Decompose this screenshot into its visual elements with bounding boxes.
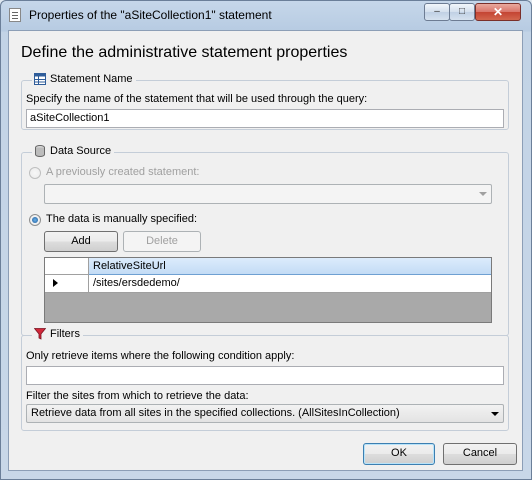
chevron-down-icon (479, 192, 487, 196)
scope-value: Retrieve data from all sites in the spec… (31, 407, 400, 419)
manual-data-label: The data is manually specified: (46, 213, 198, 225)
window-title: Properties of the "aSiteCollection1" sta… (29, 8, 272, 22)
cancel-button[interactable]: Cancel (443, 443, 517, 465)
close-button[interactable]: ✕ (475, 3, 521, 21)
page-title: Define the administrative statement prop… (21, 44, 348, 61)
table-cell[interactable]: /sites/ersdedemo/ (89, 275, 491, 293)
minimize-button[interactable]: – (424, 3, 450, 21)
add-button[interactable]: Add (44, 231, 118, 252)
database-icon (35, 145, 45, 157)
statement-name-group-label: Statement Name (50, 73, 133, 85)
delete-button[interactable]: Delete (123, 231, 201, 252)
column-header-relativesiteurl[interactable]: RelativeSiteUrl (89, 258, 491, 275)
ok-button[interactable]: OK (363, 443, 435, 465)
scope-combo[interactable]: Retrieve data from all sites in the spec… (26, 404, 504, 423)
previous-statement-combo[interactable] (44, 184, 492, 204)
statement-name-input[interactable]: aSiteCollection1 (26, 109, 504, 128)
condition-input[interactable] (26, 366, 504, 385)
row-header[interactable] (45, 275, 89, 293)
grid-corner (45, 258, 89, 275)
previous-statement-radio[interactable] (29, 167, 41, 179)
document-icon (9, 8, 21, 22)
statement-name-description: Specify the name of the statement that w… (26, 93, 368, 105)
data-grid[interactable]: RelativeSiteUrl /sites/ersdedemo/ (44, 257, 492, 323)
manual-data-radio[interactable] (29, 214, 41, 226)
previous-statement-label: A previously created statement: (46, 166, 200, 178)
current-row-icon (53, 279, 58, 287)
data-source-group: Data Source A previously created stateme… (21, 145, 509, 336)
dialog-window: Properties of the "aSiteCollection1" sta… (0, 0, 532, 480)
scope-label: Filter the sites from which to retrieve … (26, 390, 249, 402)
dialog-client-area: Define the administrative statement prop… (8, 30, 523, 471)
funnel-icon (34, 328, 46, 340)
maximize-button[interactable]: □ (449, 3, 475, 21)
chevron-down-icon (491, 412, 499, 416)
condition-label: Only retrieve items where the following … (26, 350, 295, 362)
statement-name-group: Statement Name Specify the name of the s… (21, 73, 509, 130)
table-icon (34, 73, 46, 85)
filters-group-label: Filters (50, 328, 80, 340)
title-bar[interactable]: Properties of the "aSiteCollection1" sta… (1, 1, 531, 29)
data-source-group-label: Data Source (50, 145, 112, 157)
filters-group: Filters Only retrieve items where the fo… (21, 328, 509, 431)
